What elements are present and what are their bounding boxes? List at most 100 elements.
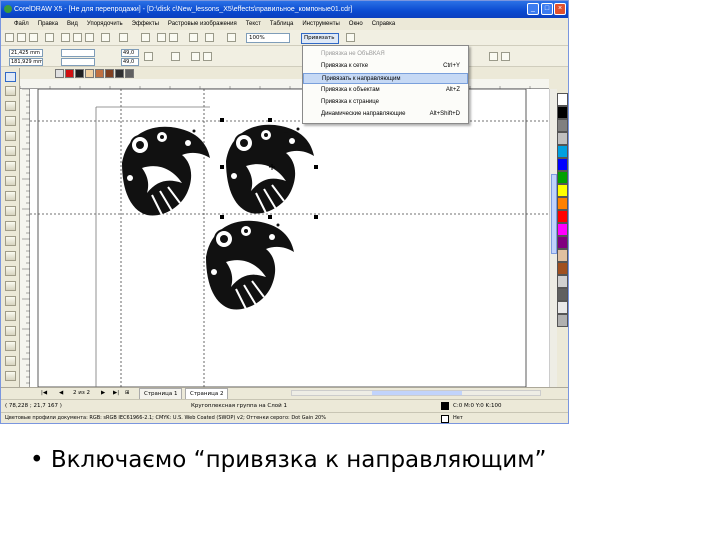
menu-item[interactable]: Окно	[349, 21, 363, 27]
palette-color-swatch[interactable]	[557, 119, 568, 132]
horizontal-scrollbar[interactable]	[291, 390, 541, 396]
outline-tool-icon[interactable]	[5, 311, 16, 321]
rectangle-tool-icon[interactable]	[5, 161, 16, 171]
undo-icon[interactable]	[101, 33, 110, 42]
cut-icon[interactable]	[61, 33, 70, 42]
import-icon[interactable]	[157, 33, 166, 42]
document-color-swatch[interactable]	[75, 69, 84, 78]
export-icon[interactable]	[169, 33, 178, 42]
document-color-swatch[interactable]	[55, 69, 64, 78]
palette-color-swatch[interactable]	[557, 171, 568, 184]
snap-menu-item[interactable]: Привязать к направляющим	[303, 73, 468, 84]
application-launcher-icon[interactable]	[189, 33, 198, 42]
palette-color-swatch[interactable]	[557, 301, 568, 314]
height-field[interactable]	[61, 58, 95, 66]
snap-menu-item[interactable]: Привязка к странице	[303, 97, 468, 108]
document-color-swatch[interactable]	[85, 69, 94, 78]
palette-color-swatch[interactable]	[557, 93, 568, 106]
last-page-icon[interactable]: ▶|	[113, 388, 119, 398]
interactive-fill-tool-icon[interactable]	[5, 341, 16, 351]
prev-page-icon[interactable]: ◀	[59, 388, 63, 398]
menu-item[interactable]: Эффекты	[132, 21, 159, 27]
menu-item[interactable]: Упорядочить	[87, 21, 123, 27]
copy-icon[interactable]	[73, 33, 82, 42]
eyedropper-tool-icon[interactable]	[5, 296, 16, 306]
mirror-vertical-icon[interactable]	[203, 52, 212, 61]
close-button[interactable]: ×	[554, 3, 566, 15]
snap-menu-item[interactable]: Привязка к сетке Ctrl+Y	[303, 61, 468, 72]
redo-icon[interactable]	[119, 33, 128, 42]
palette-color-swatch[interactable]	[557, 158, 568, 171]
ellipse-tool-icon[interactable]	[5, 176, 16, 186]
crop-tool-icon[interactable]	[5, 101, 16, 111]
document-color-swatch[interactable]	[95, 69, 104, 78]
smart-fill-tool-icon[interactable]	[5, 146, 16, 156]
palette-color-swatch[interactable]	[557, 132, 568, 145]
snap-menu-item[interactable]: Привязка к объектам Alt+Z	[303, 85, 468, 96]
palette-color-swatch[interactable]	[557, 249, 568, 262]
scale-x-field[interactable]: 49,0	[121, 49, 139, 57]
next-page-icon[interactable]: ▶	[101, 388, 105, 398]
palette-color-swatch[interactable]	[557, 275, 568, 288]
scale-y-field[interactable]: 49,0	[121, 58, 139, 66]
basic-shapes-tool-icon[interactable]	[5, 206, 16, 216]
search-icon[interactable]	[141, 33, 150, 42]
minimize-button[interactable]: _	[527, 3, 539, 15]
save-icon[interactable]	[29, 33, 38, 42]
welcome-screen-icon[interactable]	[205, 33, 214, 42]
zoom-level-field[interactable]: 100%	[246, 33, 290, 43]
x-position-field[interactable]: 21,425 mm	[9, 49, 43, 57]
mesh-fill-tool-icon[interactable]	[5, 356, 16, 366]
maximize-button[interactable]: □	[541, 3, 553, 15]
new-document-icon[interactable]	[5, 33, 14, 42]
palette-color-swatch[interactable]	[557, 197, 568, 210]
snap-to-dropdown-button[interactable]: Привязать ▾	[301, 33, 339, 50]
palette-color-swatch[interactable]	[557, 184, 568, 197]
shape-tool-icon[interactable]	[5, 86, 16, 96]
table-tool-icon[interactable]	[5, 236, 16, 246]
add-page-icon[interactable]: ⊞	[125, 388, 130, 398]
pick-tool-icon[interactable]	[5, 72, 16, 82]
palette-color-swatch[interactable]	[557, 314, 568, 327]
group-icon[interactable]	[489, 52, 498, 61]
ungroup-icon[interactable]	[501, 52, 510, 61]
width-field[interactable]	[61, 49, 95, 57]
full-screen-icon[interactable]	[227, 33, 236, 42]
rotation-icon[interactable]	[171, 52, 180, 61]
lock-ratio-icon[interactable]	[144, 52, 153, 61]
menu-item[interactable]: Справка	[372, 21, 396, 27]
palette-color-swatch[interactable]	[557, 223, 568, 236]
y-position-field[interactable]: 181,929 mm	[9, 58, 43, 66]
palette-color-swatch[interactable]	[557, 262, 568, 275]
menu-item[interactable]: Вид	[67, 21, 78, 27]
blend-tool-icon[interactable]	[5, 281, 16, 291]
options-icon[interactable]	[346, 33, 355, 42]
snap-menu-item[interactable]: Динамические направляющие Alt+Shift+D	[303, 109, 468, 120]
connector-tool-icon[interactable]	[5, 266, 16, 276]
first-page-icon[interactable]: |◀	[41, 388, 47, 398]
palette-color-swatch[interactable]	[557, 210, 568, 223]
freehand-tool-icon[interactable]	[5, 131, 16, 141]
drawing-canvas[interactable]	[30, 88, 549, 388]
document-color-swatch[interactable]	[105, 69, 114, 78]
menu-item[interactable]: Таблица	[270, 21, 294, 27]
document-color-swatch[interactable]	[65, 69, 74, 78]
mirror-horizontal-icon[interactable]	[191, 52, 200, 61]
palette-color-swatch[interactable]	[557, 236, 568, 249]
open-icon[interactable]	[17, 33, 26, 42]
text-tool-icon[interactable]	[5, 221, 16, 231]
fill-tool-icon[interactable]	[5, 326, 16, 336]
dimension-tool-icon[interactable]	[5, 251, 16, 261]
document-color-swatch[interactable]	[115, 69, 124, 78]
scrollbar-thumb[interactable]	[372, 391, 462, 395]
menu-item[interactable]: Текст	[246, 21, 261, 27]
palette-color-swatch[interactable]	[557, 145, 568, 158]
paste-icon[interactable]	[85, 33, 94, 42]
print-icon[interactable]	[45, 33, 54, 42]
transparency-tool-icon[interactable]	[5, 371, 16, 381]
menu-item[interactable]: Инструменты	[302, 21, 339, 27]
polygon-tool-icon[interactable]	[5, 191, 16, 201]
zoom-tool-icon[interactable]	[5, 116, 16, 126]
palette-color-swatch[interactable]	[557, 288, 568, 301]
menu-item[interactable]: Растровые изображения	[168, 21, 237, 27]
